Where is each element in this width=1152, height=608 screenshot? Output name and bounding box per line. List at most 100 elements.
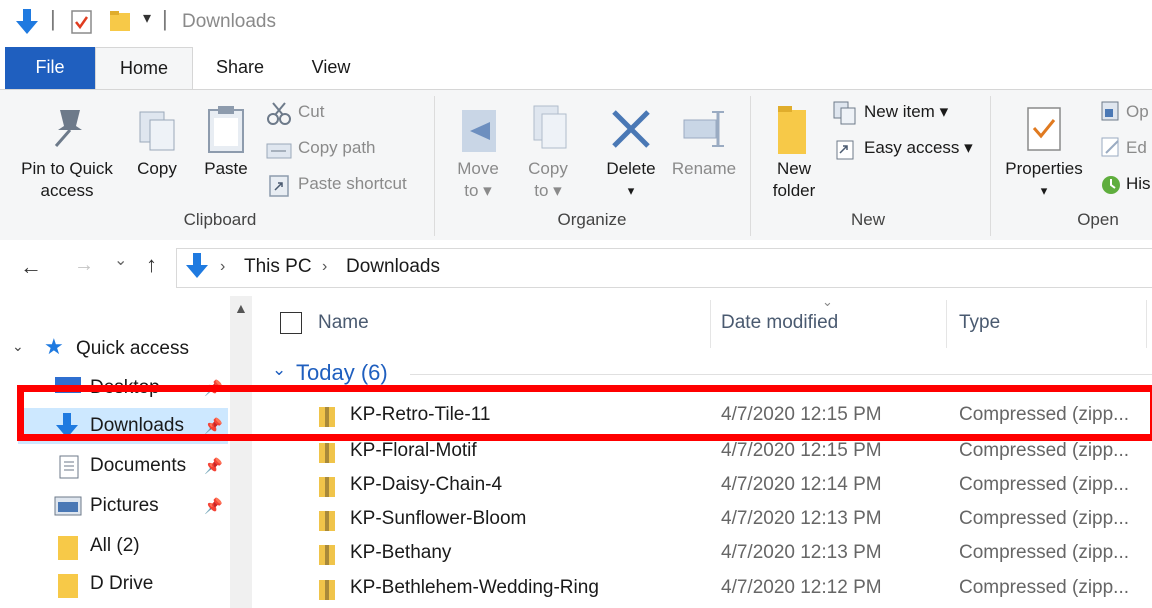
paste-button[interactable]: Paste (196, 100, 256, 206)
new-item-icon (833, 101, 856, 125)
folder-icon (58, 574, 78, 598)
tab-share[interactable]: Share (204, 47, 276, 89)
toolbar-separator: | (50, 6, 56, 31)
new-folder-icon[interactable] (108, 9, 132, 33)
nav-item-d-drive[interactable]: D Drive (20, 566, 228, 602)
open-button[interactable]: Op (1100, 100, 1152, 130)
breadcrumb-separator[interactable]: › (322, 258, 327, 276)
delete-dropdown-arrow: ▾ (627, 183, 635, 198)
open-group-label: Open (1077, 210, 1119, 229)
pin-to-quick-access-button[interactable]: Pin to Quick access (8, 100, 126, 206)
tab-file[interactable]: File (5, 47, 95, 89)
column-header-date-modified[interactable]: Date modified (721, 312, 838, 334)
folder-icon (778, 106, 806, 154)
file-name: KP-Daisy-Chain-4 (350, 474, 503, 495)
nav-item-all[interactable]: All (2) (20, 528, 228, 564)
easy-access-icon (836, 140, 854, 160)
scroll-up-arrow-icon[interactable]: ▲ (234, 300, 248, 316)
properties-button[interactable]: Properties ▾ (998, 100, 1090, 206)
nav-label-documents: Documents (90, 455, 187, 476)
column-header-name[interactable]: Name (318, 312, 369, 334)
new-item-button[interactable]: New item ▾ (832, 100, 982, 130)
column-divider[interactable] (1146, 300, 1147, 348)
file-row[interactable]: KP-Bethlehem-Wedding-Ring 4/7/2020 12:12… (256, 572, 1152, 606)
file-name: KP-Bethlehem-Wedding-Ring (350, 577, 599, 598)
open-icon (1101, 101, 1119, 121)
properties-check-icon[interactable] (70, 9, 94, 35)
copy-button[interactable]: Copy (130, 100, 184, 206)
delete-button[interactable]: Delete ▾ (596, 100, 666, 206)
forward-arrow-icon[interactable]: → (74, 254, 94, 277)
nav-item-documents[interactable]: Documents 📌 (20, 448, 228, 484)
column-divider[interactable] (946, 300, 947, 348)
paste-shortcut-button[interactable]: Paste shortcut (266, 172, 428, 202)
pin-icon: 📌 (204, 458, 223, 475)
edit-button[interactable]: Ed (1100, 136, 1152, 166)
file-name: KP-Bethany (350, 542, 452, 563)
paste-shortcut-label: Paste shortcut (298, 174, 407, 193)
cut-label: Cut (298, 102, 325, 121)
rename-icon (683, 111, 724, 147)
breadcrumb-this-pc[interactable]: This PC (244, 256, 312, 278)
easy-access-button[interactable]: Easy access ▾ (832, 136, 982, 166)
rename-label: Rename (671, 159, 737, 178)
up-arrow-icon[interactable]: ↑ (146, 252, 157, 278)
group-collapse-chevron-icon: ⌄ (272, 360, 287, 379)
file-date: 4/7/2020 12:13 PM (721, 542, 882, 563)
move-to-icon (462, 110, 496, 152)
zip-folder-icon (319, 511, 335, 531)
file-type: Compressed (zipp... (959, 440, 1130, 461)
file-type: Compressed (zipp... (959, 542, 1130, 563)
copy-path-button[interactable]: Copy path (266, 136, 426, 166)
move-to-button[interactable]: Move to ▾ (450, 100, 506, 206)
nav-scrollbar[interactable]: ▲ (230, 296, 252, 608)
file-date: 4/7/2020 12:15 PM (721, 440, 882, 461)
properties-icon (1027, 107, 1061, 151)
file-row[interactable]: KP-Sunflower-Bloom 4/7/2020 12:13 PM Com… (256, 503, 1152, 537)
file-name: KP-Floral-Motif (350, 440, 477, 461)
new-group: New folder New item ▾ Easy access ▾ New (752, 90, 988, 240)
expand-chevron-icon[interactable]: ⌄ (12, 338, 24, 355)
column-header-type[interactable]: Type (959, 312, 1000, 334)
copy-to-button[interactable]: Copy to ▾ (520, 100, 576, 206)
breadcrumb-separator[interactable]: › (220, 258, 225, 276)
file-type: Compressed (zipp... (959, 508, 1130, 529)
properties-dropdown-arrow: ▾ (1040, 183, 1048, 198)
pin-icon: 📌 (204, 498, 223, 515)
tab-home[interactable]: Home (95, 47, 193, 90)
history-button[interactable]: His (1100, 172, 1152, 202)
organize-group: Move to ▾ Copy to ▾ Delete ▾ Rename Orga… (436, 90, 746, 240)
properties-label: Properties (1005, 159, 1083, 178)
organize-group-label: Organize (557, 210, 627, 229)
group-separator (990, 96, 991, 236)
nav-item-pictures[interactable]: Pictures 📌 (20, 488, 228, 524)
nav-quick-access[interactable]: ⌄ ★ Quick access (8, 334, 228, 364)
file-row[interactable]: KP-Daisy-Chain-4 4/7/2020 12:14 PM Compr… (256, 469, 1152, 503)
column-divider[interactable] (710, 300, 711, 348)
select-all-checkbox[interactable] (280, 312, 302, 334)
group-separator (750, 96, 751, 236)
scissors-icon (267, 102, 291, 125)
customize-toolbar-dropdown[interactable]: ▾ (143, 8, 151, 28)
pin-label-line2: access (40, 181, 94, 200)
breadcrumb-downloads[interactable]: Downloads (346, 256, 440, 278)
sort-indicator-icon: ⌄ (822, 294, 833, 309)
new-group-label: New (850, 210, 885, 229)
new-folder-label-line1: New (776, 159, 811, 178)
history-label: His (1126, 174, 1151, 193)
back-arrow-icon[interactable]: ← (20, 254, 42, 280)
nav-label-d-drive: D Drive (90, 573, 154, 594)
tab-view[interactable]: View (295, 47, 367, 89)
open-label: Op (1126, 102, 1149, 121)
file-type: Compressed (zipp... (959, 577, 1130, 598)
file-row[interactable]: KP-Bethany 4/7/2020 12:13 PM Compressed … (256, 537, 1152, 571)
zip-folder-icon (319, 477, 335, 497)
cut-button[interactable]: Cut (266, 100, 426, 130)
rename-button[interactable]: Rename (668, 100, 740, 206)
edit-label: Ed (1126, 138, 1147, 157)
download-arrow-icon[interactable] (14, 8, 40, 36)
zip-folder-icon (319, 580, 335, 600)
new-folder-button[interactable]: New folder (762, 100, 826, 206)
recent-locations-chevron-icon[interactable]: ⌄ (114, 250, 127, 270)
pictures-icon (54, 496, 82, 516)
